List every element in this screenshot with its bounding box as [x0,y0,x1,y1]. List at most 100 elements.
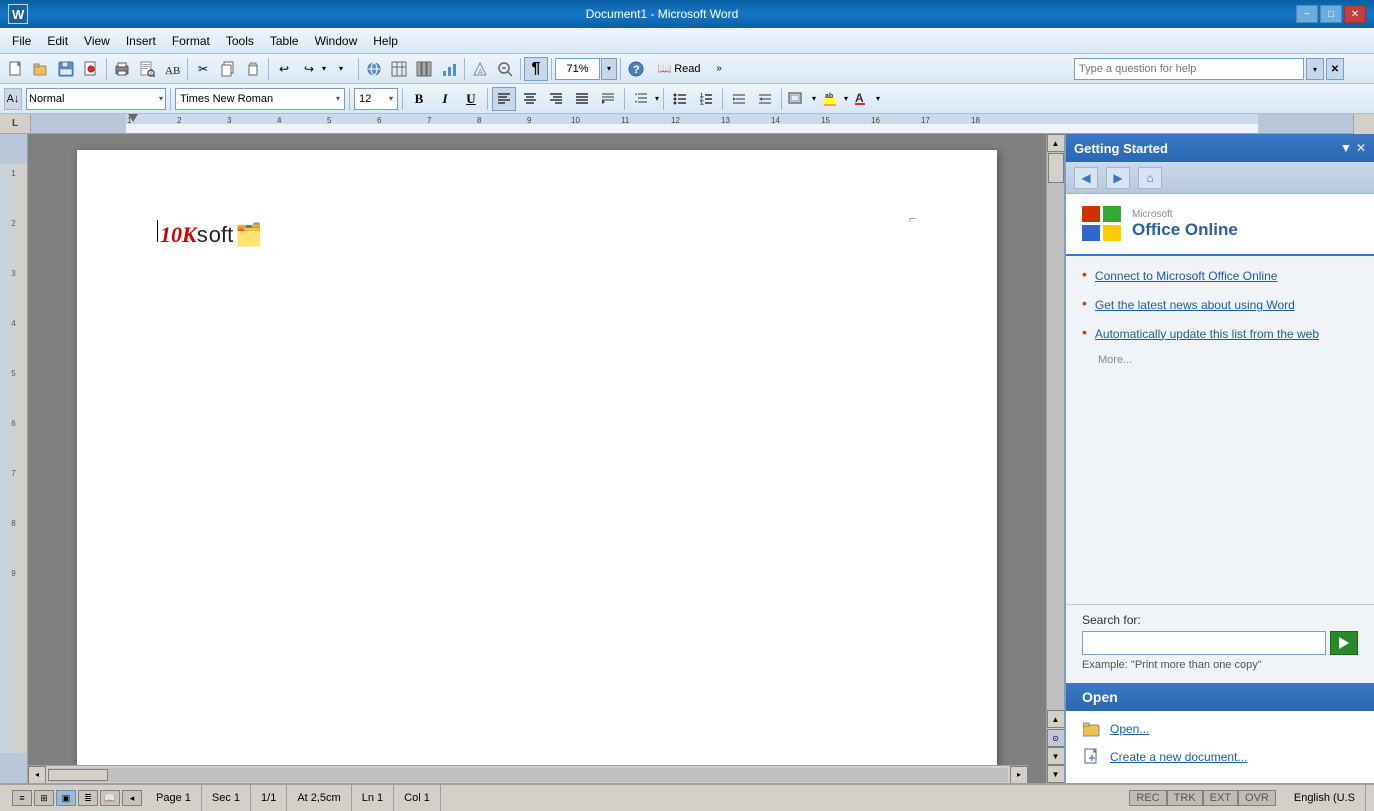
undo-button[interactable]: ↩ [272,57,296,81]
h-scroll-thumb[interactable] [48,769,108,781]
normal-view-button[interactable]: ≡ [12,790,32,806]
print-button[interactable] [110,57,134,81]
panel-close-button[interactable]: ✕ [1356,141,1366,155]
reading-view-button[interactable]: 📖 [100,790,120,806]
menu-format[interactable]: Format [164,30,218,52]
spellcheck-button[interactable]: AB~~~ [160,57,184,81]
columns-button[interactable] [412,57,436,81]
panel-dropdown-button[interactable]: ▼ [1340,141,1352,155]
print-layout-button[interactable]: ▣ [56,790,76,806]
help-button[interactable]: ? [624,57,648,81]
show-formatting-button[interactable]: ¶ [524,57,548,81]
panel-search-input[interactable] [1082,631,1326,655]
left-arrow-button[interactable]: ◂ [122,790,142,806]
highlight-dropdown[interactable]: ▾ [844,94,848,103]
decrease-indent-button[interactable] [727,87,751,111]
line-spacing-button[interactable] [629,87,653,111]
menu-insert[interactable]: Insert [118,30,164,52]
copy-button[interactable] [216,57,240,81]
open-link-2[interactable]: Create a new document... [1082,747,1358,767]
undo-dropdown[interactable]: ▾ [322,60,338,78]
menu-help[interactable]: Help [365,30,406,52]
toolbar-expand[interactable]: » [710,57,728,81]
align-center-button[interactable] [518,87,542,111]
bullets-button[interactable] [668,87,692,111]
borders-button[interactable] [786,87,810,111]
panel-back-button[interactable]: ◀ [1074,167,1098,189]
minimize-button[interactable]: − [1296,5,1318,23]
align-justify-button[interactable] [570,87,594,111]
bullet-link-3[interactable]: Automatically update this list from the … [1095,326,1319,343]
menu-table[interactable]: Table [262,30,307,52]
next-page-button[interactable]: ▼ [1047,747,1065,765]
open-link-text-1[interactable]: Open... [1110,722,1149,736]
permission-button[interactable] [79,57,103,81]
menu-edit[interactable]: Edit [39,30,76,52]
style-select[interactable]: Normal ▾ [26,88,166,110]
help-dropdown-button[interactable]: ▾ [1306,58,1324,80]
open-link-1[interactable]: Open... [1082,719,1358,739]
document-page[interactable]: 10K s o f t 🗂️ ⌐ [77,150,997,783]
outline-view-button[interactable]: ≣ [78,790,98,806]
read-button[interactable]: 📖 Read [649,57,709,81]
menu-tools[interactable]: Tools [218,30,262,52]
scroll-down-button[interactable]: ▼ [1047,765,1065,783]
more-link[interactable]: More... [1098,354,1358,366]
help-search-input[interactable] [1074,58,1304,80]
line-spacing-dropdown[interactable]: ▾ [655,94,659,103]
preview-button[interactable] [135,57,159,81]
italic-button[interactable]: I [433,87,457,111]
cut-button[interactable]: ✂ [191,57,215,81]
search-go-button[interactable] [1330,631,1358,655]
scroll-track[interactable] [1047,152,1064,710]
bold-button[interactable]: B [407,87,431,111]
chart-button[interactable] [437,57,461,81]
indent-level-button[interactable] [596,87,620,111]
select-browse-button[interactable]: ⊙ [1047,729,1065,747]
search-row [1082,631,1358,655]
paste-button[interactable] [241,57,265,81]
tables-button[interactable] [387,57,411,81]
help-close-button[interactable]: ✕ [1326,58,1344,80]
new-button[interactable] [4,57,28,81]
menu-view[interactable]: View [76,30,118,52]
zoom-dropdown[interactable]: ▾ [601,58,617,80]
highlight-button[interactable]: ab [818,87,842,111]
menu-file[interactable]: File [4,30,39,52]
align-right-button[interactable] [544,87,568,111]
h-scroll-track[interactable] [48,768,1008,782]
open-button[interactable] [29,57,53,81]
prev-page-button[interactable]: ▲ [1047,710,1065,728]
scroll-thumb[interactable] [1048,153,1064,183]
font-color-button[interactable]: A [850,87,874,111]
hyperlink-button[interactable] [362,57,386,81]
redo-dropdown[interactable]: ▾ [339,60,355,78]
open-link-text-2[interactable]: Create a new document... [1110,750,1247,764]
scroll-up-button[interactable]: ▲ [1047,134,1065,152]
document-area[interactable]: 10K s o f t 🗂️ ⌐ [28,134,1046,783]
panel-forward-button[interactable]: ▶ [1106,167,1130,189]
panel-home-button[interactable]: ⌂ [1138,167,1162,189]
maximize-button[interactable]: □ [1320,5,1342,23]
bullet-link-2[interactable]: Get the latest news about using Word [1095,297,1295,314]
font-color-dropdown[interactable]: ▾ [876,94,880,103]
underline-button[interactable]: U [459,87,483,111]
save-button[interactable] [54,57,78,81]
menu-window[interactable]: Window [307,30,366,52]
zoom-out-button[interactable] [493,57,517,81]
close-button[interactable]: ✕ [1344,5,1366,23]
align-left-button[interactable] [492,87,516,111]
scroll-left-button[interactable]: ◂ [28,766,46,784]
increase-indent-button[interactable] [753,87,777,111]
size-select[interactable]: 12 ▾ [354,88,398,110]
font-select[interactable]: Times New Roman ▾ [175,88,345,110]
redo-button[interactable]: ↪ [297,57,321,81]
borders-dropdown[interactable]: ▾ [812,94,816,103]
drawing-button[interactable]: A [468,57,492,81]
document-content[interactable]: 10K s o f t 🗂️ [157,210,917,248]
numbering-button[interactable]: 1.2.3. [694,87,718,111]
scroll-right-button[interactable]: ▸ [1010,766,1028,784]
web-layout-button[interactable]: ⊞ [34,790,54,806]
status-page: Page 1 [146,785,202,811]
bullet-link-1[interactable]: Connect to Microsoft Office Online [1095,268,1278,285]
